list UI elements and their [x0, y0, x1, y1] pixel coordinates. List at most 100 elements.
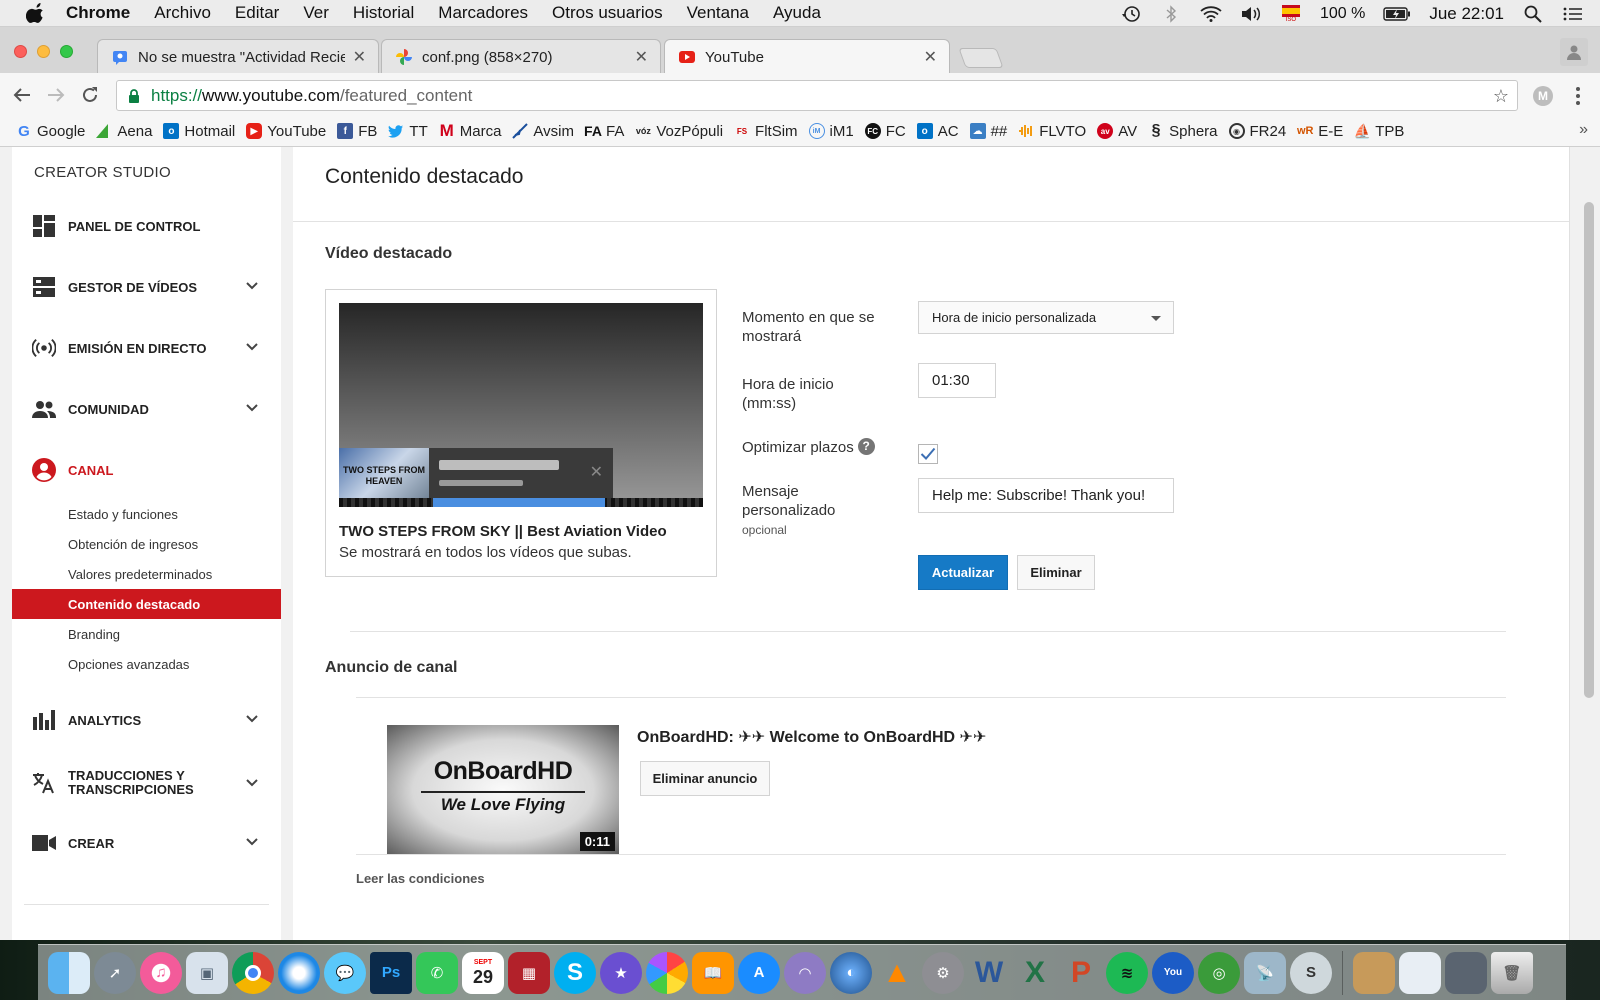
close-tab-icon[interactable]: ✕ [924, 47, 937, 67]
new-tab-button[interactable] [958, 48, 1004, 68]
transmit-icon[interactable]: ◠ [784, 951, 826, 994]
photo-booth-icon[interactable]: ▦ [508, 951, 550, 994]
network-radar-icon[interactable]: 📡 [1244, 951, 1286, 994]
nav-canal[interactable]: CANAL [12, 450, 281, 490]
tab-conf-png[interactable]: conf.png (858×270) ✕ [381, 39, 661, 74]
start-time-input[interactable] [918, 363, 996, 398]
volume-icon[interactable] [1240, 5, 1262, 23]
wifi-icon[interactable] [1200, 5, 1222, 23]
subnav-estado-y-funciones[interactable]: Estado y funciones [12, 499, 281, 529]
menu-otros-usuarios[interactable]: Otros usuarios [552, 3, 663, 23]
safari-icon[interactable]: ✦ [278, 951, 320, 994]
bluetooth-icon[interactable] [1160, 4, 1182, 23]
custom-message-input[interactable] [918, 478, 1174, 513]
input-source-flag-icon[interactable]: ISO [1280, 4, 1302, 23]
chevron-down-icon[interactable] [245, 712, 259, 726]
subnav-opciones-avanzadas[interactable]: Opciones avanzadas [12, 649, 281, 679]
google-earth-icon[interactable]: ◐ [830, 951, 872, 994]
menu-ayuda[interactable]: Ayuda [773, 3, 821, 23]
desktop-stack-icon[interactable] [1445, 951, 1487, 994]
delete-button[interactable]: Eliminar [1017, 555, 1095, 590]
battery-percent[interactable]: 100 % [1320, 5, 1365, 23]
menubar-clock[interactable]: Jue 22:01 [1429, 4, 1504, 24]
bookmark-flvto[interactable]: FLVTO [1018, 123, 1086, 140]
chevron-down-icon[interactable] [245, 835, 259, 849]
bookmark-av[interactable]: av AV [1097, 123, 1137, 140]
nav-gestor-de-videos[interactable]: GESTOR DE VÍDEOS [12, 267, 281, 307]
bookmark-tpb[interactable]: ⛵ TPB [1353, 123, 1404, 140]
word-icon[interactable]: W [968, 952, 1010, 994]
calendar-icon[interactable]: SEPT 29 [462, 951, 504, 994]
apple-icon[interactable] [26, 3, 46, 23]
vlc-icon[interactable]: ▲ [876, 952, 918, 994]
battery-icon[interactable] [1383, 5, 1411, 23]
tab-actividad-reciente[interactable]: No se muestra "Actividad Reciente" ✕ [97, 39, 379, 74]
bookmark-google[interactable]: G Google [16, 123, 85, 140]
bookmark-star-icon[interactable]: ☆ [1493, 86, 1509, 107]
menu-marcadores[interactable]: Marcadores [438, 3, 528, 23]
notification-center-icon[interactable] [1562, 5, 1584, 23]
spotify-icon[interactable]: ≋ [1106, 951, 1148, 994]
chevron-down-icon[interactable] [245, 340, 259, 354]
documents-stack-icon[interactable] [1399, 951, 1441, 994]
close-tab-icon[interactable]: ✕ [353, 47, 366, 67]
close-tab-icon[interactable]: ✕ [635, 47, 648, 67]
menu-editar[interactable]: Editar [235, 3, 279, 23]
close-window-button[interactable] [14, 45, 27, 58]
bookmark-vozpopuli[interactable]: vóz VozPópuli [635, 123, 723, 140]
facetime-icon[interactable]: ✆ [416, 951, 458, 994]
optimize-checkbox[interactable] [918, 444, 938, 464]
zoom-window-button[interactable] [60, 45, 73, 58]
preview-icon[interactable]: ▣ [186, 951, 228, 994]
bookmark-marca[interactable]: M Marca [439, 121, 502, 140]
address-bar[interactable]: https://www.youtube.com/featured_content… [116, 80, 1518, 111]
bookmark-fb[interactable]: f FB [337, 123, 377, 140]
help-question-icon[interactable]: ? [857, 438, 875, 455]
bookmark-fc[interactable]: FC FC [864, 123, 906, 140]
profile-icon[interactable] [1560, 38, 1588, 66]
chevron-down-icon[interactable] [245, 401, 259, 415]
nav-comunidad[interactable]: COMUNIDAD [12, 389, 281, 429]
channel-ad-thumbnail[interactable]: OnBoardHD We Love Flying 0:11 [387, 725, 619, 855]
chevron-down-icon[interactable] [245, 279, 259, 293]
menu-archivo[interactable]: Archivo [154, 3, 211, 23]
read-terms-link[interactable]: Leer las condiciones [356, 871, 485, 886]
bookmark-tt[interactable]: TT [388, 123, 428, 140]
bookmarks-overflow-icon[interactable]: » [1579, 121, 1588, 139]
when-shown-select[interactable]: Hora de inicio personalizada [918, 301, 1174, 334]
photoshop-icon[interactable]: Ps [370, 951, 412, 994]
bookmark-fr24[interactable]: ◉ FR24 [1228, 123, 1286, 140]
nav-emision-en-directo[interactable]: EMISIÓN EN DIRECTO [12, 328, 281, 368]
system-preferences-icon[interactable]: ⚙ [922, 951, 964, 994]
itunes-icon[interactable]: ♫ [140, 951, 182, 994]
excel-icon[interactable]: X [1014, 952, 1056, 994]
trash-icon[interactable]: 🗑 [1491, 951, 1533, 994]
chrome-icon[interactable] [232, 951, 274, 994]
subnav-obtencion-de-ingresos[interactable]: Obtención de ingresos [12, 529, 281, 559]
photos-icon[interactable] [646, 951, 688, 994]
subnav-branding[interactable]: Branding [12, 619, 281, 649]
minimize-window-button[interactable] [37, 45, 50, 58]
page-scrollbar-thumb[interactable] [1584, 202, 1594, 698]
bookmark-ac[interactable]: o AC [916, 123, 959, 140]
finder-icon[interactable] [48, 951, 90, 994]
channel-ad-title[interactable]: OnBoardHD: ✈✈ Welcome to OnBoardHD ✈✈ [637, 727, 986, 747]
nav-analytics[interactable]: ANALYTICS [12, 700, 281, 740]
bookmark-hotmail[interactable]: o Hotmail [163, 123, 235, 140]
bookmark-youtube[interactable]: ▶ YouTube [246, 123, 326, 140]
bookmark-fltsim[interactable]: FS FltSim [734, 123, 798, 140]
delete-announcement-button[interactable]: Eliminar anuncio [640, 761, 770, 796]
chevron-down-icon[interactable] [245, 776, 259, 790]
bookmark-fa[interactable]: FA FA [584, 123, 624, 140]
sphere-app-icon[interactable]: S [1290, 951, 1332, 994]
bookmark-hash[interactable]: ☁ ## [969, 123, 1007, 140]
downloads-stack-icon[interactable] [1353, 951, 1395, 994]
menu-historial[interactable]: Historial [353, 3, 414, 23]
bookmark-avsim[interactable]: Avsim [512, 123, 574, 140]
menu-app-name[interactable]: Chrome [66, 3, 130, 23]
extension-m-icon[interactable]: M [1533, 86, 1553, 106]
skype-icon[interactable]: S [554, 951, 596, 994]
launchpad-icon[interactable]: ➚ [94, 951, 136, 994]
app-store-icon[interactable]: A [738, 951, 780, 994]
bookmark-aena[interactable]: Aena [96, 123, 152, 140]
